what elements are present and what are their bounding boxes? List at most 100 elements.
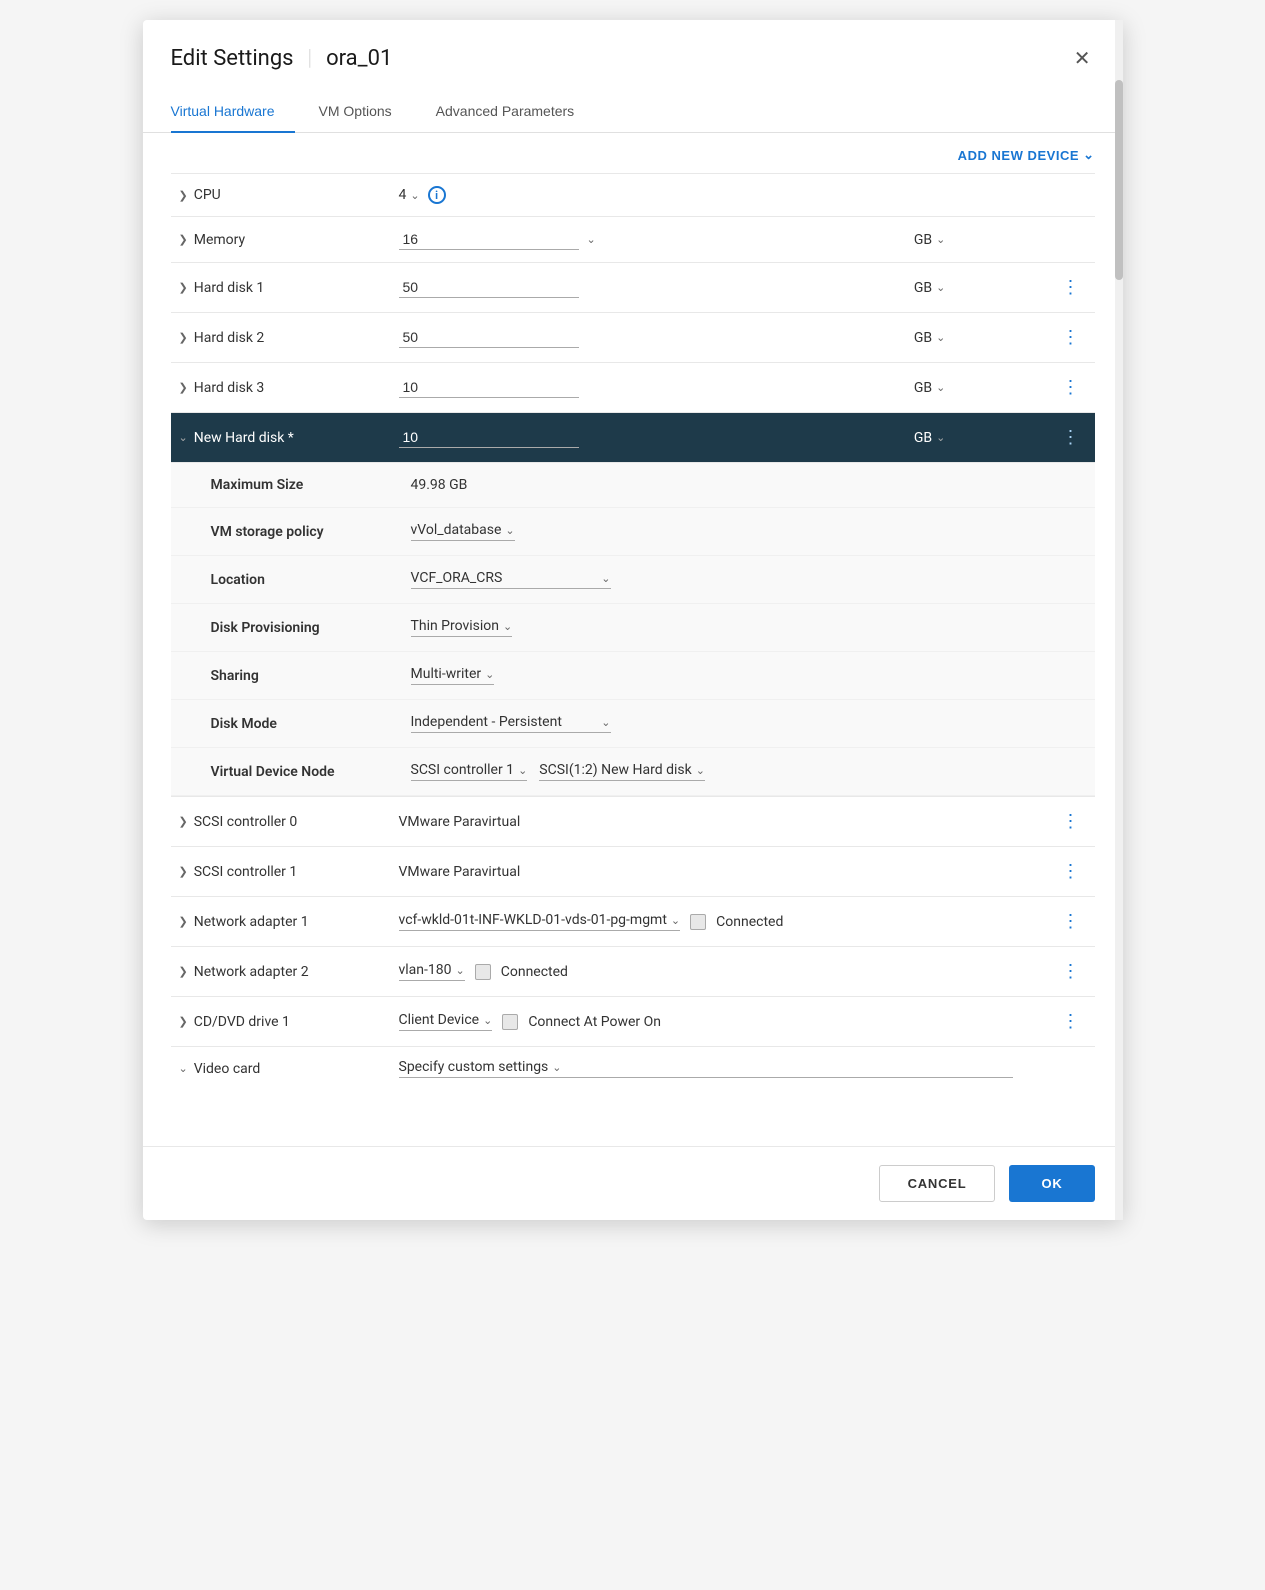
scsi-1-label: ❯ SCSI controller 1 — [179, 864, 383, 880]
hard-disk-2-row: ❯ Hard disk 2 GB ⌄ ⋮ — [171, 313, 1095, 363]
vdn-detail: Virtual Device Node SCSI controller 1 ⌄ … — [171, 748, 1095, 796]
vdn-controller-value: SCSI controller 1 — [411, 762, 515, 778]
scsi-0-label-text: SCSI controller 0 — [194, 814, 298, 830]
vdn-controller-dropdown[interactable]: SCSI controller 1 ⌄ — [411, 762, 528, 781]
hard-disk-1-input[interactable] — [399, 277, 579, 298]
network-adapter-1-menu-button[interactable]: ⋮ — [1056, 909, 1087, 934]
tab-vm-options[interactable]: VM Options — [319, 91, 412, 133]
network-adapter-1-label-text: Network adapter 1 — [194, 914, 309, 930]
location-dropdown[interactable]: VCF_ORA_CRS ⌄ — [411, 570, 611, 589]
sharing-value: Multi-writer — [411, 666, 482, 682]
scsi-0-row: ❯ SCSI controller 0 VMware Paravirtual ⋮ — [171, 797, 1095, 847]
modal-title-divider: | — [308, 46, 313, 71]
tab-bar: Virtual Hardware VM Options Advanced Par… — [143, 91, 1123, 133]
hard-disk-1-row: ❯ Hard disk 1 GB ⌄ ⋮ — [171, 263, 1095, 313]
new-hard-disk-unit: GB — [914, 430, 932, 446]
hard-disk-3-row: ❯ Hard disk 3 GB ⌄ ⋮ — [171, 363, 1095, 413]
max-size-detail: Maximum Size 49.98 GB — [171, 463, 1095, 508]
edit-settings-modal: Edit Settings | ora_01 ✕ Virtual Hardwar… — [143, 20, 1123, 1220]
scsi-0-menu-button[interactable]: ⋮ — [1056, 809, 1087, 834]
hard-disk-3-unit: GB — [914, 380, 932, 396]
info-icon[interactable]: i — [428, 186, 446, 204]
memory-unit-value: GB — [914, 232, 932, 248]
hard-disk-3-label-text: Hard disk 3 — [194, 380, 265, 396]
chevron-right-icon: ❯ — [179, 331, 188, 344]
chevron-down-icon: ⌄ — [601, 716, 610, 729]
tab-advanced-parameters[interactable]: Advanced Parameters — [436, 91, 595, 133]
sharing-dropdown[interactable]: Multi-writer ⌄ — [411, 666, 495, 685]
video-card-label-text: Video card — [194, 1061, 261, 1077]
chevron-down-icon: ⌄ — [696, 764, 705, 777]
network-adapter-1-value-group: vcf-wkld-01t-INF-WKLD-01-vds-01-pg-mgmt … — [399, 912, 1013, 931]
hard-disk-2-label: ❯ Hard disk 2 — [179, 330, 383, 346]
vdn-disk-dropdown[interactable]: SCSI(1:2) New Hard disk ⌄ — [539, 762, 705, 781]
hard-disk-2-menu-button[interactable]: ⋮ — [1056, 325, 1087, 350]
chevron-down-icon: ⌄ — [410, 189, 419, 202]
new-hard-disk-input[interactable] — [399, 427, 579, 448]
hard-disk-1-label: ❯ Hard disk 1 — [179, 280, 383, 296]
network-adapter-1-network-value: vcf-wkld-01t-INF-WKLD-01-vds-01-pg-mgmt — [399, 912, 667, 928]
chevron-right-icon: ❯ — [179, 865, 188, 878]
content-area: ADD NEW DEVICE ⌄ ❯ CPU 4 ⌄ — [143, 133, 1123, 1146]
cd-dvd-type-dropdown[interactable]: Client Device ⌄ — [399, 1012, 493, 1031]
chevron-down-icon: ⌄ — [936, 233, 945, 246]
new-hard-disk-menu-button[interactable]: ⋮ — [1056, 425, 1087, 450]
vdn-label: Virtual Device Node — [211, 764, 411, 780]
chevron-right-icon: ❯ — [179, 815, 188, 828]
cd-dvd-menu-button[interactable]: ⋮ — [1056, 1009, 1087, 1034]
ok-button[interactable]: OK — [1009, 1165, 1094, 1202]
close-button[interactable]: ✕ — [1070, 42, 1095, 75]
new-hard-disk-label: ⌄ New Hard disk * — [179, 430, 383, 446]
network-adapter-2-network-dropdown[interactable]: vlan-180 ⌄ — [399, 962, 465, 981]
modal-title-group: Edit Settings | ora_01 — [171, 46, 393, 71]
memory-row: ❯ Memory ⌄ GB ⌄ — [171, 217, 1095, 263]
chevron-down-icon: ⌄ — [936, 281, 945, 294]
chevron-down-icon: ⌄ — [936, 431, 945, 444]
hard-disk-2-input[interactable] — [399, 327, 579, 348]
scrollbar-thumb[interactable] — [1115, 80, 1123, 280]
network-adapter-2-connected-checkbox[interactable] — [475, 964, 491, 980]
hard-disk-1-menu-button[interactable]: ⋮ — [1056, 275, 1087, 300]
storage-policy-label: VM storage policy — [211, 524, 411, 540]
tab-virtual-hardware[interactable]: Virtual Hardware — [171, 91, 295, 133]
scsi-1-menu-button[interactable]: ⋮ — [1056, 859, 1087, 884]
sharing-detail: Sharing Multi-writer ⌄ — [171, 652, 1095, 700]
add-new-device-button[interactable]: ADD NEW DEVICE ⌄ — [958, 147, 1095, 163]
hard-disk-2-unit-dropdown[interactable]: GB ⌄ — [914, 330, 1013, 346]
network-adapter-2-menu-button[interactable]: ⋮ — [1056, 959, 1087, 984]
disk-mode-value: Independent - Persistent — [411, 714, 562, 730]
hard-disk-1-unit: GB — [914, 280, 932, 296]
disk-mode-dropdown[interactable]: Independent - Persistent ⌄ — [411, 714, 611, 733]
chevron-right-icon: ❯ — [179, 189, 188, 202]
network-adapter-2-label: ❯ Network adapter 2 — [179, 964, 383, 980]
video-card-label: ⌄ Video card — [179, 1061, 383, 1077]
hard-disk-3-label: ❯ Hard disk 3 — [179, 380, 383, 396]
cpu-label-text: CPU — [194, 187, 221, 203]
network-adapter-1-network-dropdown[interactable]: vcf-wkld-01t-INF-WKLD-01-vds-01-pg-mgmt … — [399, 912, 681, 931]
scsi-1-value: VMware Paravirtual — [399, 864, 521, 880]
new-hard-disk-details-row: Maximum Size 49.98 GB VM storage policy … — [171, 463, 1095, 797]
hardware-table: ❯ CPU 4 ⌄ i — [171, 173, 1095, 1090]
chevron-down-icon: ⌄ — [179, 431, 188, 444]
hard-disk-3-input[interactable] — [399, 377, 579, 398]
hard-disk-3-unit-dropdown[interactable]: GB ⌄ — [914, 380, 1013, 396]
chevron-down-icon: ⌄ — [485, 668, 494, 681]
hard-disk-3-menu-button[interactable]: ⋮ — [1056, 375, 1087, 400]
memory-input[interactable] — [399, 229, 579, 250]
disk-provisioning-dropdown[interactable]: Thin Provision ⌄ — [411, 618, 513, 637]
vdn-value-group: SCSI controller 1 ⌄ SCSI(1:2) New Hard d… — [411, 762, 705, 781]
new-hard-disk-unit-dropdown[interactable]: GB ⌄ — [914, 430, 1013, 446]
cancel-button[interactable]: CANCEL — [879, 1165, 996, 1202]
scrollbar-track[interactable] — [1115, 20, 1123, 1220]
network-adapter-1-connected-checkbox[interactable] — [690, 914, 706, 930]
location-detail: Location VCF_ORA_CRS ⌄ — [171, 556, 1095, 604]
modal-header: Edit Settings | ora_01 ✕ — [143, 20, 1123, 91]
disk-mode-label: Disk Mode — [211, 716, 411, 732]
cpu-count-dropdown[interactable]: 4 ⌄ — [399, 187, 420, 203]
hard-disk-1-unit-dropdown[interactable]: GB ⌄ — [914, 280, 1013, 296]
video-card-settings-dropdown[interactable]: Specify custom settings ⌄ — [399, 1059, 1013, 1078]
storage-policy-dropdown[interactable]: vVol_database ⌄ — [411, 522, 515, 541]
max-size-value: 49.98 GB — [411, 477, 468, 493]
cd-dvd-connect-checkbox[interactable] — [502, 1014, 518, 1030]
memory-unit-dropdown[interactable]: GB ⌄ — [914, 232, 1013, 248]
